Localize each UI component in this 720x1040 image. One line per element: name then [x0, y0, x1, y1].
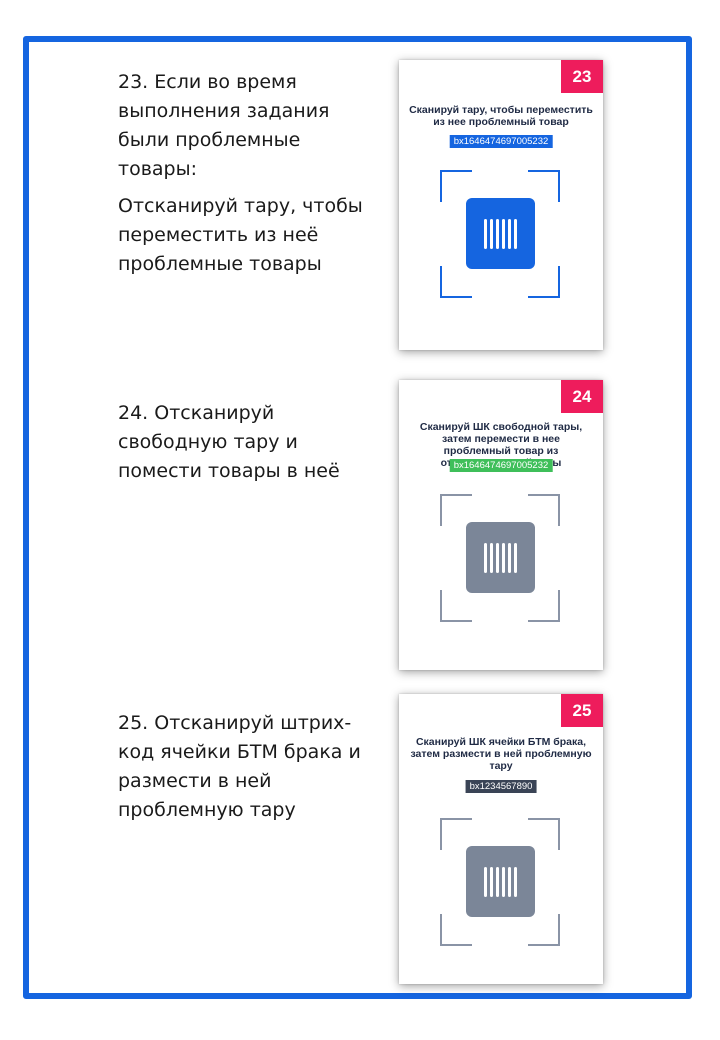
step-23-text: 23. Если во время выполнения задания был… — [118, 68, 368, 279]
step-23-detail: Отсканируй тару, чтобы переместить из не… — [118, 195, 363, 275]
barcode-glyph — [483, 542, 517, 573]
step-badge: 24 — [561, 380, 603, 413]
step-badge: 25 — [561, 694, 603, 727]
scan-corner — [440, 494, 472, 526]
step-23-heading: 23. Если во время выполнения задания был… — [118, 71, 330, 180]
barcode-icon — [466, 522, 535, 593]
step-25-text: 25. Отсканируй штрих-код ячейки БТМ брак… — [118, 709, 368, 825]
cell-code-badge: bx1234567890 — [465, 780, 537, 793]
scan-frame[interactable] — [440, 818, 560, 946]
barcode-glyph — [483, 866, 517, 897]
container-code-badge: bx1646474697005232 — [449, 135, 553, 148]
scan-corner — [528, 170, 560, 202]
barcode-icon — [466, 198, 535, 269]
step-badge: 23 — [561, 60, 603, 93]
scan-corner — [440, 914, 472, 946]
scan-frame[interactable] — [440, 170, 560, 298]
scan-prompt: Сканируй ШК ячейки БТМ брака, затем разм… — [410, 736, 592, 772]
scan-corner — [440, 170, 472, 202]
screen-step-25: 25 Сканируй ШК ячейки БТМ брака, затем р… — [399, 694, 603, 984]
scan-corner — [528, 818, 560, 850]
scan-corner — [528, 914, 560, 946]
scan-prompt: Сканируй тару, чтобы переместить из нее … — [409, 104, 593, 128]
scan-corner — [440, 590, 472, 622]
scan-corner — [528, 494, 560, 526]
barcode-glyph — [483, 218, 517, 249]
step-24-text: 24. Отсканируй свободную тару и помести … — [118, 399, 368, 486]
screen-step-24: 24 Сканируй ШК свободной тары, затем пер… — [399, 380, 603, 670]
scan-corner — [440, 266, 472, 298]
container-code-badge: bx1646474697005232 — [449, 459, 553, 472]
scan-corner — [440, 818, 472, 850]
step-24-heading: 24. Отсканируй свободную тару и помести … — [118, 402, 340, 482]
screen-step-23: 23 Сканируй тару, чтобы переместить из н… — [399, 60, 603, 350]
scan-corner — [528, 590, 560, 622]
barcode-icon — [466, 846, 535, 917]
step-25-heading: 25. Отсканируй штрих-код ячейки БТМ брак… — [118, 712, 361, 821]
scan-frame[interactable] — [440, 494, 560, 622]
scan-corner — [528, 266, 560, 298]
